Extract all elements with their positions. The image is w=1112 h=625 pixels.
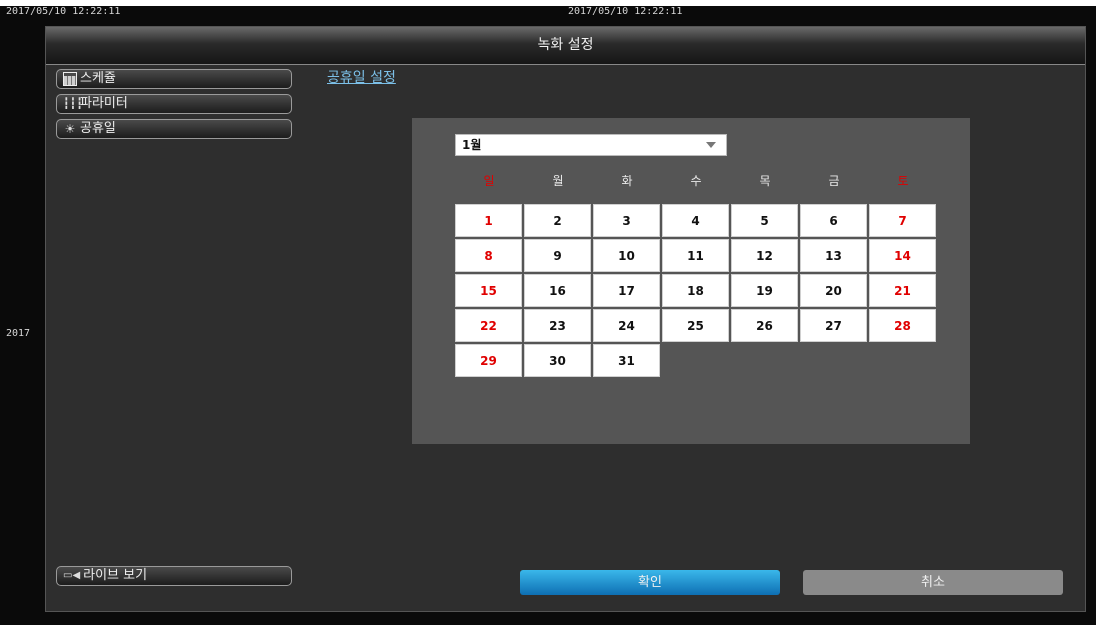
calendar-day-cell[interactable]: 11	[662, 239, 729, 272]
weekday-label: 일	[483, 174, 495, 188]
holiday-icon: ☀	[64, 122, 76, 136]
weekday-label: 화	[621, 174, 633, 188]
live-view-button[interactable]: ▭◀ 라이브 보기	[56, 566, 292, 586]
calendar-icon	[63, 72, 77, 86]
calendar-day-cell[interactable]: 18	[662, 274, 729, 307]
cancel-button[interactable]: 취소	[803, 570, 1063, 595]
calendar-day-cell[interactable]: 24	[593, 309, 660, 342]
live-view-label: 라이브 보기	[83, 568, 148, 583]
calendar-day-cell[interactable]: 2	[524, 204, 591, 237]
sliders-icon: ┇┇┇	[63, 97, 83, 110]
calendar-day-cell[interactable]: 10	[593, 239, 660, 272]
calendar-day-cell[interactable]: 12	[731, 239, 798, 272]
calendar-day-cell[interactable]: 23	[524, 309, 591, 342]
calendar-day-cell[interactable]: 3	[593, 204, 660, 237]
calendar-day-cell[interactable]: 28	[869, 309, 936, 342]
weekday-label: 목	[759, 174, 771, 188]
window-title: 녹화 설정	[46, 27, 1085, 65]
calendar-day-cell[interactable]: 21	[869, 274, 936, 307]
weekday-label: 월	[552, 174, 564, 188]
calendar-day-cell[interactable]: 27	[800, 309, 867, 342]
calendar-day-cell[interactable]: 19	[731, 274, 798, 307]
sidebar-item-schedule[interactable]: 스케쥴	[56, 69, 292, 89]
holiday-settings-heading[interactable]: 공휴일 설정	[327, 67, 396, 87]
calendar-day-cell[interactable]: 8	[455, 239, 522, 272]
calendar-panel: 1월 일월화수목금토 1 2 3 4 5 6 7 8 9 10 11 12 13 14 15 16 17 18 19…	[412, 118, 970, 444]
calendar-day-cell[interactable]: 30	[524, 344, 591, 377]
calendar-day-cell[interactable]: 22	[455, 309, 522, 342]
sidebar-item-parameter[interactable]: ┇┇┇ 파라미터	[56, 94, 292, 114]
weekday-label: 금	[828, 174, 840, 188]
calendar-day-cell[interactable]: 6	[800, 204, 867, 237]
timestamp-side: 2017	[6, 328, 31, 339]
calendar-day-cell[interactable]: 26	[731, 309, 798, 342]
timestamp-top-left: 2017/05/10 12:22:11	[6, 6, 121, 17]
sidebar-item-label: 스케쥴	[80, 71, 116, 86]
recording-settings-window: 녹화 설정 스케쥴 ┇┇┇ 파라미터 ☀ 공휴일 공휴일 설정 1월 일 월 화 수 목…	[45, 26, 1086, 612]
calendar-day-cell[interactable]: 1	[455, 204, 522, 237]
calendar-day-cell[interactable]: 9	[524, 239, 591, 272]
chevron-down-icon[interactable]	[706, 142, 716, 148]
calendar-day-cell[interactable]: 17	[593, 274, 660, 307]
calendar-day-cell[interactable]: 25	[662, 309, 729, 342]
calendar-day-cell[interactable]: 16	[524, 274, 591, 307]
calendar-day-cell[interactable]: 13	[800, 239, 867, 272]
live-view-icon: ▭◀	[63, 570, 81, 581]
confirm-button[interactable]: 확인	[520, 570, 780, 595]
sidebar-item-holiday[interactable]: ☀ 공휴일	[56, 119, 292, 139]
calendar-day-cell[interactable]: 5	[731, 204, 798, 237]
sidebar-item-label: 파라미터	[80, 96, 128, 111]
weekday-label: 토	[897, 174, 909, 188]
calendar-day-cell[interactable]: 15	[455, 274, 522, 307]
calendar-day-cell[interactable]: 14	[869, 239, 936, 272]
month-select[interactable]: 1월	[455, 134, 727, 156]
calendar-day-cell[interactable]: 20	[800, 274, 867, 307]
month-select-value: 1월	[462, 138, 482, 152]
timestamp-top-center: 2017/05/10 12:22:11	[568, 6, 683, 17]
calendar-day-cell[interactable]: 29	[455, 344, 522, 377]
calendar-day-cell[interactable]: 7	[869, 204, 936, 237]
sidebar-item-label: 공휴일	[80, 121, 116, 136]
calendar-day-cell[interactable]: 4	[662, 204, 729, 237]
calendar-day-cell[interactable]: 31	[593, 344, 660, 377]
weekday-label: 수	[690, 174, 702, 188]
